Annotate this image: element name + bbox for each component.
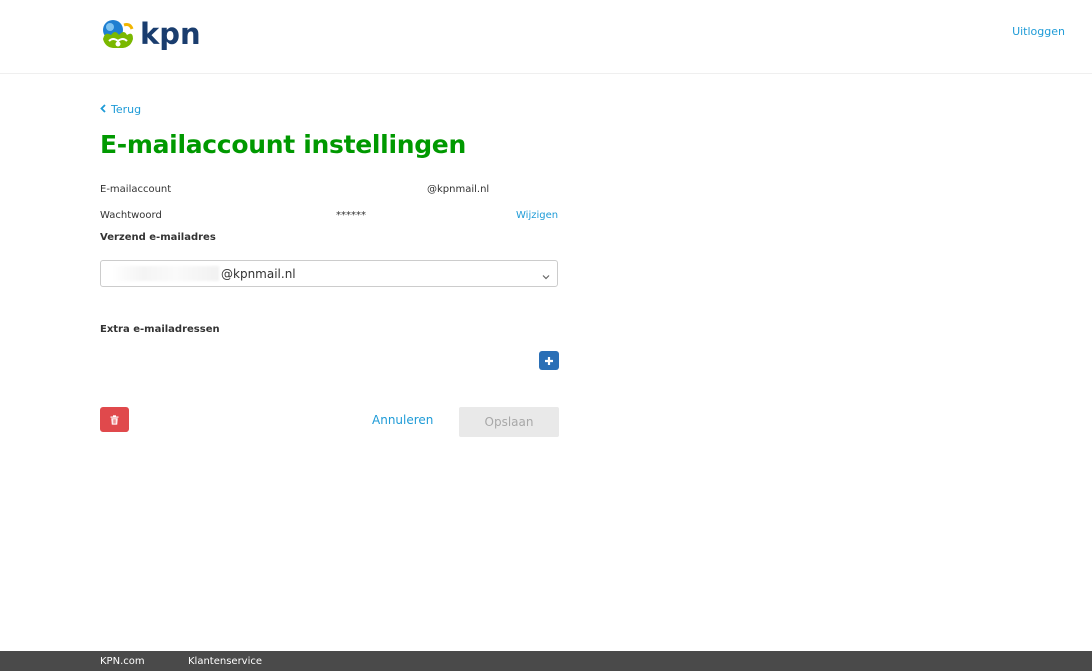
add-email-button[interactable] — [539, 351, 559, 370]
save-button[interactable]: Opslaan — [459, 407, 559, 437]
footer-link-kpn[interactable]: KPN.com — [100, 656, 145, 667]
sender-address-value: @kpnmail.nl — [221, 267, 296, 281]
sender-address-label: Verzend e-mailadres — [100, 232, 216, 243]
footer-link-klantenservice[interactable]: Klantenservice — [188, 656, 262, 667]
email-account-label: E-mailaccount — [100, 184, 172, 195]
page-title: E-mailaccount instellingen — [100, 130, 466, 159]
back-link[interactable]: Terug — [100, 103, 141, 116]
redacted-area — [111, 266, 219, 281]
footer: KPN.com Klantenservice — [0, 651, 1092, 671]
chevron-down-icon — [541, 267, 551, 280]
back-label: Terug — [111, 103, 142, 116]
password-label: Wachtwoord — [100, 210, 162, 221]
delete-account-button[interactable] — [100, 407, 129, 432]
password-value: ****** — [336, 210, 366, 221]
logout-link[interactable]: Uitloggen — [1012, 25, 1065, 38]
header: kpn Uitloggen — [0, 0, 1092, 74]
cancel-button[interactable]: Annuleren — [372, 413, 433, 427]
sender-address-select[interactable]: @kpnmail.nl — [100, 260, 558, 287]
change-password-link[interactable]: Wijzigen — [516, 210, 558, 221]
chevron-left-icon — [100, 103, 106, 116]
email-account-value: @kpnmail.nl — [427, 184, 490, 195]
plus-icon — [544, 351, 554, 370]
kpn-logo-icon — [99, 17, 137, 53]
extra-addresses-label: Extra e-mailadressen — [100, 324, 220, 335]
trash-icon — [110, 410, 119, 429]
page: kpn Uitloggen Terug E-mailaccount instel… — [0, 0, 1092, 671]
kpn-logo[interactable]: kpn — [99, 14, 201, 56]
logo-text: kpn — [140, 17, 201, 51]
